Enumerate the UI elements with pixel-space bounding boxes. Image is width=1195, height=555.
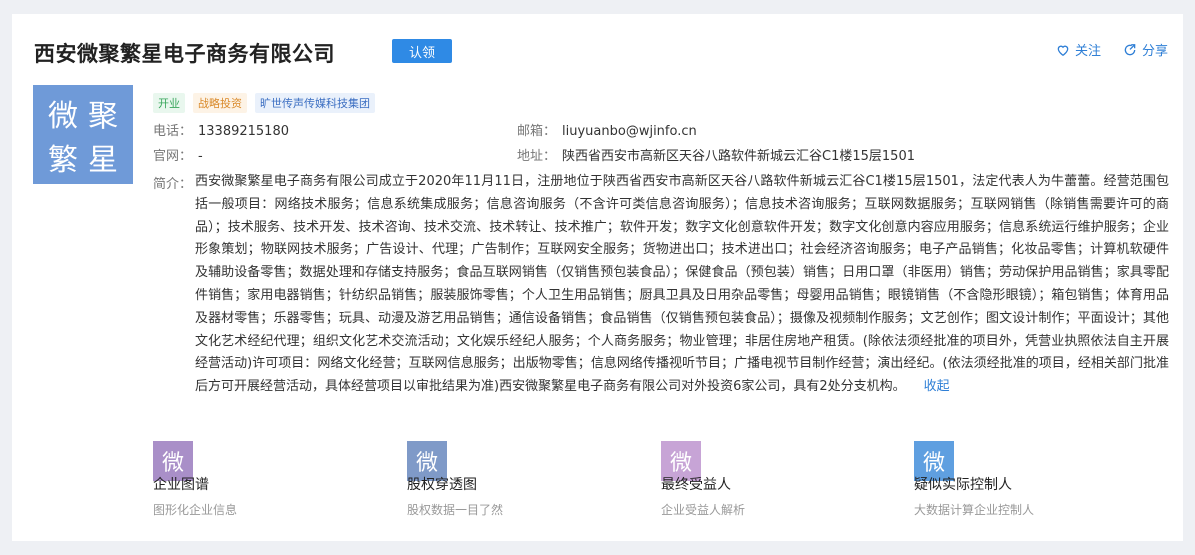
feature-ultimate-beneficiary[interactable]: 微 最终受益人 企业受益人解析 [661, 441, 861, 518]
phone-row: 电话： 13389215180 [153, 120, 289, 139]
investment-tag[interactable]: 战略投资 [193, 93, 247, 113]
feature-title: 疑似实际控制人 [914, 477, 1012, 493]
feature-enterprise-graph[interactable]: 微 企业图谱 图形化企业信息 [153, 441, 353, 518]
logo-char: 星 [88, 143, 118, 178]
intro-label: 简介： [153, 177, 193, 192]
address-value: 陕西省西安市高新区天谷八路软件新城云汇谷C1楼15层1501 [562, 149, 915, 164]
logo-char: 微 [48, 99, 78, 134]
email-row: 邮箱： liuyuanbo@wjinfo.cn [517, 120, 697, 139]
feature-title: 企业图谱 [153, 477, 209, 493]
feature-title: 最终受益人 [661, 477, 731, 493]
heart-icon [1057, 45, 1069, 56]
feature-title: 股权穿透图 [407, 477, 477, 493]
address-row: 地址： 陕西省西安市高新区天谷八路软件新城云汇谷C1楼15层1501 [517, 145, 915, 164]
feature-subtitle: 企业受益人解析 [661, 503, 746, 517]
share-button[interactable]: 分享 [1123, 40, 1168, 59]
feature-actual-controller[interactable]: 微 疑似实际控制人 大数据计算企业控制人 [914, 441, 1114, 518]
phone-value: 13389215180 [198, 124, 289, 139]
status-badge: 开业 [153, 93, 185, 113]
collapse-link[interactable]: 收起 [924, 379, 950, 394]
company-logo: 微 聚 繁 星 [33, 85, 133, 184]
email-label: 邮箱： [517, 124, 557, 139]
company-card: 西安微聚繁星电子商务有限公司 认领 关注 分享 微 聚 繁 星 开业 战略投资 … [12, 14, 1183, 541]
intro-text: 西安微聚繁星电子商务有限公司成立于2020年11月11日，注册地位于陕西省西安市… [195, 174, 1169, 395]
email-value[interactable]: liuyuanbo@wjinfo.cn [562, 124, 697, 139]
tag-list: 开业 战略投资 旷世传声传媒科技集团 [153, 93, 375, 113]
website-value: - [198, 149, 203, 164]
top-actions: 关注 分享 [1056, 40, 1168, 59]
group-tag[interactable]: 旷世传声传媒科技集团 [255, 93, 375, 113]
feature-subtitle: 大数据计算企业控制人 [914, 503, 1035, 517]
feature-subtitle: 图形化企业信息 [153, 503, 238, 517]
company-intro: 西安微聚繁星电子商务有限公司成立于2020年11月11日，注册地位于陕西省西安市… [195, 171, 1169, 399]
address-label: 地址： [517, 149, 557, 164]
phone-label: 电话： [153, 124, 193, 139]
claim-button[interactable]: 认领 [392, 39, 452, 63]
website-label: 官网： [153, 149, 193, 164]
logo-char: 繁 [48, 143, 78, 178]
follow-button[interactable]: 关注 [1056, 40, 1101, 59]
share-label: 分享 [1141, 44, 1168, 59]
logo-char: 聚 [88, 99, 118, 134]
website-row: 官网： - [153, 145, 203, 164]
follow-label: 关注 [1074, 44, 1101, 59]
share-icon [1124, 43, 1136, 55]
company-name: 西安微聚繁星电子商务有限公司 [34, 42, 335, 66]
feature-equity-penetration[interactable]: 微 股权穿透图 股权数据一目了然 [407, 441, 607, 518]
feature-subtitle: 股权数据一目了然 [407, 503, 504, 517]
